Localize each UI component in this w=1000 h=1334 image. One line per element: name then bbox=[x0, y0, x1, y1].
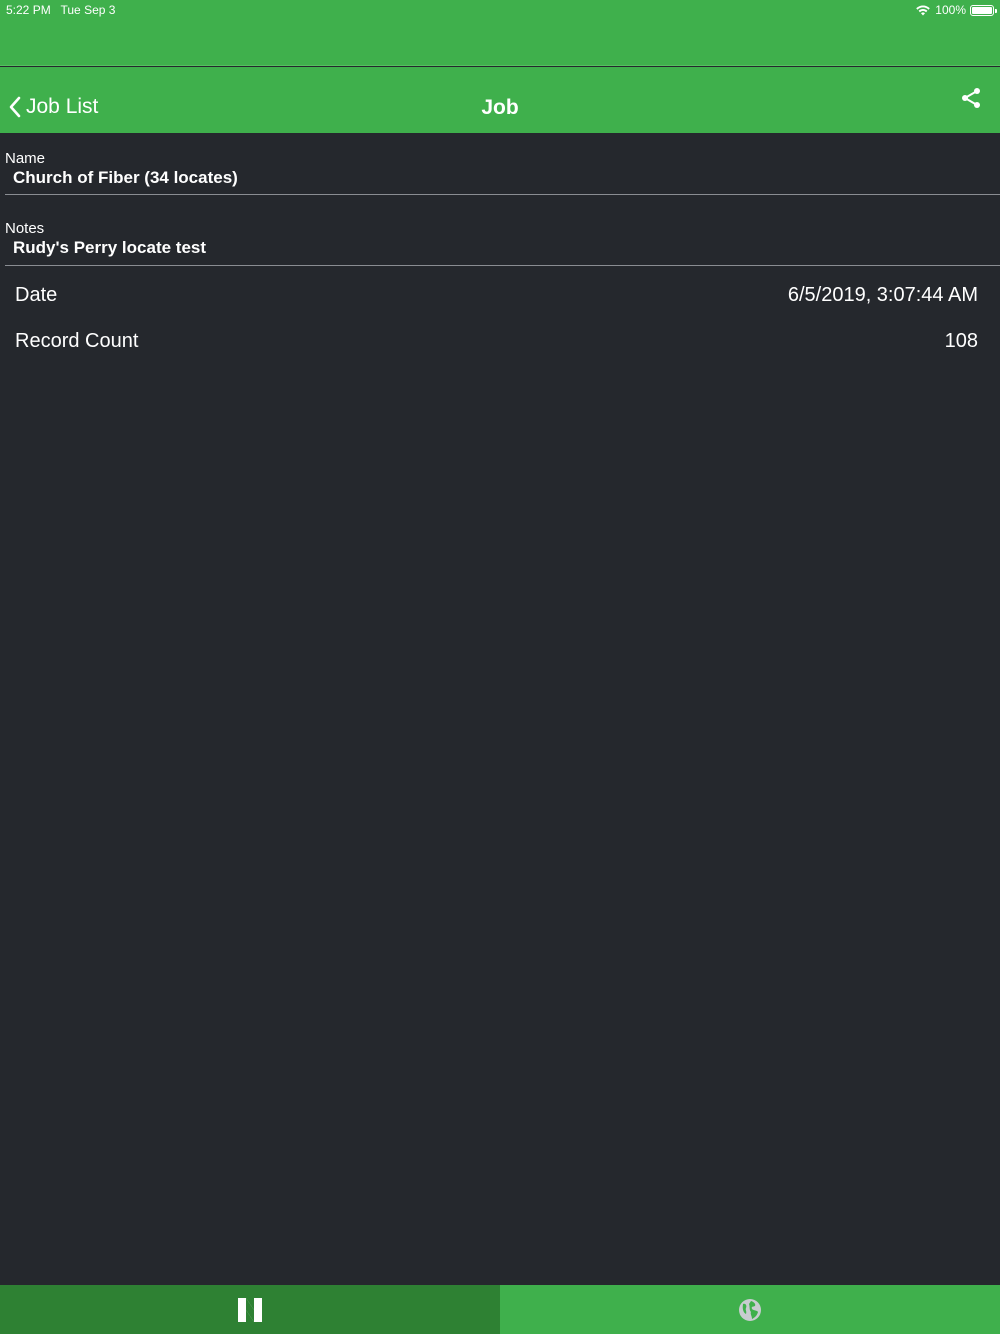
record-count-label: Record Count bbox=[15, 330, 139, 352]
status-time-date: 5:22 PM Tue Sep 3 bbox=[6, 3, 115, 17]
navigation-bar: Job List Job bbox=[0, 67, 1000, 133]
battery-percent: 100% bbox=[935, 3, 966, 17]
wifi-icon bbox=[916, 5, 931, 16]
tab-jobs[interactable] bbox=[0, 1285, 500, 1334]
globe-icon bbox=[739, 1298, 761, 1321]
share-button[interactable] bbox=[960, 87, 982, 114]
notes-value[interactable]: Rudy's Perry locate test bbox=[13, 238, 206, 258]
date-label: Date bbox=[15, 284, 58, 306]
notes-field[interactable]: Notes Rudy's Perry locate test bbox=[0, 204, 1000, 266]
status-date: Tue Sep 3 bbox=[60, 3, 116, 17]
name-value[interactable]: Church of Fiber (34 locates) bbox=[13, 168, 238, 188]
notes-divider bbox=[5, 265, 1000, 266]
share-icon bbox=[962, 88, 980, 108]
date-row: Date 6/5/2019, 3:07:44 AM bbox=[0, 284, 1000, 314]
n-logo-icon bbox=[238, 1297, 262, 1322]
tab-map[interactable] bbox=[500, 1285, 1000, 1334]
record-count-value: 108 bbox=[944, 330, 978, 352]
tab-bar bbox=[0, 1285, 1000, 1334]
date-value: 6/5/2019, 3:07:44 AM bbox=[787, 284, 978, 306]
name-divider bbox=[5, 194, 1000, 195]
battery-icon bbox=[970, 4, 997, 16]
name-field[interactable]: Name Church of Fiber (34 locates) bbox=[0, 134, 1000, 196]
status-indicators: 100% bbox=[915, 3, 997, 17]
record-count-row: Record Count 108 bbox=[0, 330, 1000, 360]
page-title: Job bbox=[481, 96, 519, 119]
status-bar: 5:22 PM Tue Sep 3 100% bbox=[0, 0, 1000, 66]
name-label: Name bbox=[5, 150, 46, 167]
status-time: 5:22 PM bbox=[6, 3, 51, 17]
notes-label: Notes bbox=[5, 220, 45, 237]
